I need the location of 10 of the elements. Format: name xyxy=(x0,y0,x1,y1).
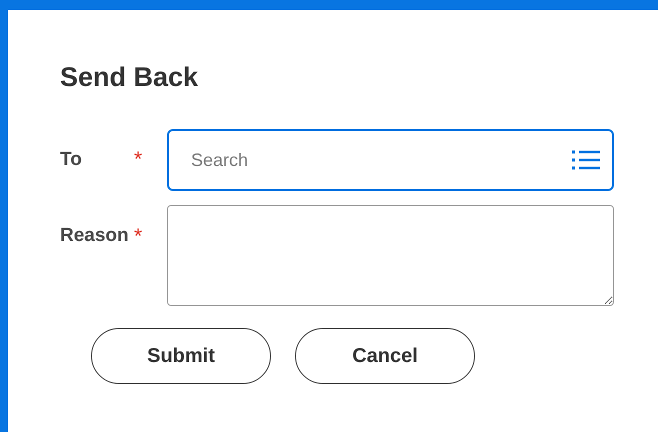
field-label: To xyxy=(60,149,83,171)
dialog-title: Send Back xyxy=(60,62,200,93)
cancel-button[interactable]: Cancel xyxy=(295,328,475,384)
search-field[interactable]: Search xyxy=(167,129,614,191)
submit-button[interactable]: Submit xyxy=(91,328,271,384)
field-label: Reason xyxy=(60,225,130,247)
required-marker: * xyxy=(134,148,144,172)
list-icon[interactable] xyxy=(572,149,600,171)
required-marker: * xyxy=(134,225,144,249)
reason-field[interactable] xyxy=(167,205,614,306)
